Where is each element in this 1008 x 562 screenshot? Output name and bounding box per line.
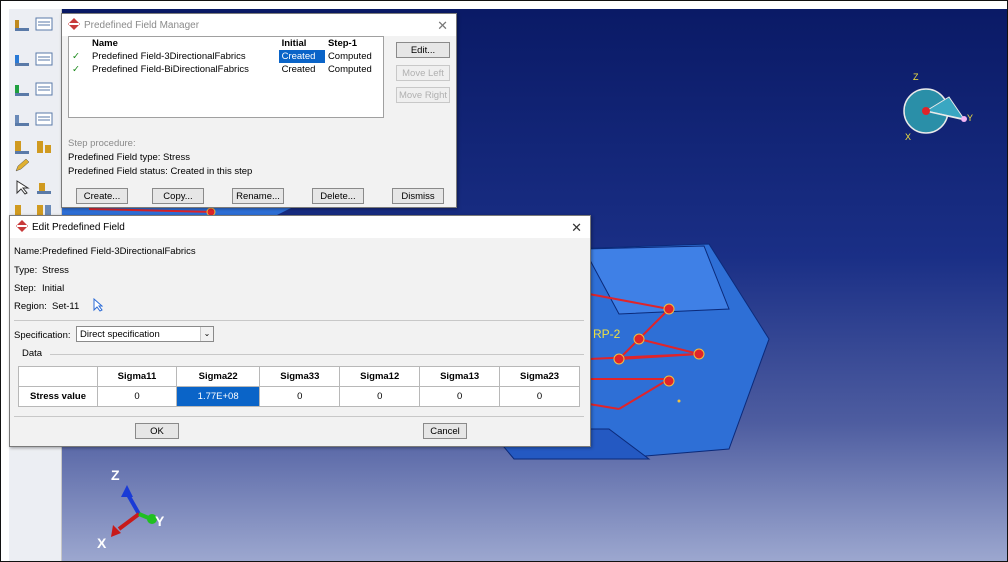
sigma23-header: Sigma23 [499,366,580,387]
sigma13-header: Sigma13 [419,366,501,387]
sigma11-header: Sigma11 [97,366,177,387]
predefined-field-table: Name Initial Step-1 ✓ Predefined Field-3… [68,36,384,118]
small-triad-z-label: Z [913,72,919,82]
sigma22-cell[interactable]: 1.77E+08 [175,386,261,407]
load-manager-icon[interactable] [35,16,53,32]
create-interaction-icon[interactable] [13,111,31,127]
type-value: Stress [42,265,69,276]
name-label: Name: [14,246,42,257]
table-header-row: Sigma11 Sigma22 Sigma33 Sigma12 Sigma13 … [18,366,580,387]
abaqus-logo-icon [68,17,80,33]
region-label: Region: [14,301,47,312]
data-group-label: Data [22,348,43,359]
triad-x-label: X [97,535,107,551]
step-procedure-label: Step procedure: [68,138,136,149]
edit-pencil-icon[interactable] [13,157,31,173]
field-name-cell[interactable]: Predefined Field-BiDirectionalFabrics [89,63,279,76]
create-predefined-field-icon[interactable] [13,81,31,97]
app-frame: RP-2 Z Y X Z Y X Predefined Field Manage… [0,0,1008,562]
specification-select[interactable]: Direct specification ⌄ [76,326,214,342]
small-triad-x-label: X [905,132,912,142]
sigma33-header: Sigma33 [259,366,341,387]
sigma22-header: Sigma22 [175,366,261,387]
reference-point-label: RP-2 [593,327,621,341]
table-row[interactable]: ✓ Predefined Field-3DirectionalFabrics C… [69,50,383,63]
move-right-button[interactable]: Move Right [396,87,450,103]
editor-title: Edit Predefined Field [32,221,125,233]
initial-cell[interactable]: Created [279,63,325,76]
datum-icon[interactable] [35,179,53,195]
region-value: Set-11 [52,301,80,312]
edit-predefined-field-dialog: Edit Predefined Field ✕ Name: Predefined… [9,215,591,447]
field-name-cell[interactable]: Predefined Field-3DirectionalFabrics [89,50,279,63]
sigma12-cell[interactable]: 0 [339,386,421,407]
specification-value: Direct specification [80,329,160,340]
small-triad-y-label: Y [967,113,974,123]
field-type-label: Predefined Field type: Stress [68,152,190,163]
column-header-initial[interactable]: Initial [279,37,325,50]
ok-button[interactable]: OK [135,423,179,439]
dismiss-button[interactable]: Dismiss [392,188,444,204]
step1-cell[interactable]: Computed [325,50,383,63]
sigma12-header: Sigma12 [339,366,421,387]
coupling-icon[interactable] [35,139,53,155]
create-load-icon[interactable] [13,16,31,32]
group-border [50,354,584,355]
initial-cell[interactable]: Created [278,50,325,63]
table-row[interactable]: ✓ Predefined Field-BiDirectionalFabrics … [69,63,383,76]
close-icon[interactable]: ✕ [437,18,448,34]
column-header-step1[interactable]: Step-1 [325,37,383,50]
step1-cell[interactable]: Computed [325,63,383,76]
column-header-name[interactable]: Name [89,37,279,50]
stress-data-table: Sigma11 Sigma22 Sigma33 Sigma12 Sigma13 … [18,366,580,407]
sigma33-cell[interactable]: 0 [259,386,341,407]
step-value: Initial [42,283,65,294]
predefined-field-manager-dialog: Predefined Field Manager ✕ Name Initial … [61,13,457,208]
specification-label: Specification: [14,330,71,341]
move-left-button[interactable]: Move Left [396,65,450,81]
sigma11-cell[interactable]: 0 [97,386,177,407]
divider [14,416,584,417]
divider [14,320,584,321]
create-button[interactable]: Create... [76,188,128,204]
edit-button[interactable]: Edit... [396,42,450,58]
step-label: Step: [14,283,37,294]
name-value: Predefined Field-3DirectionalFabrics [42,246,196,257]
table-row: Stress value 0 1.77E+08 0 0 0 0 [18,386,580,407]
triad-z-label: Z [111,467,120,483]
copy-button[interactable]: Copy... [152,188,204,204]
field-status-label: Predefined Field status: Created in this… [68,166,253,177]
manager-title: Predefined Field Manager [84,19,200,31]
select-query-icon[interactable] [13,179,31,195]
chevron-down-icon[interactable]: ⌄ [200,327,213,341]
type-label: Type: [14,265,38,276]
rename-button[interactable]: Rename... [232,188,284,204]
abaqus-logo-icon [16,219,28,235]
interaction-manager-icon[interactable] [35,111,53,127]
check-icon: ✓ [72,51,80,62]
triad-y-label: Y [155,513,165,529]
editor-titlebar: Edit Predefined Field ✕ [10,216,590,238]
manager-titlebar: Predefined Field Manager ✕ [62,14,456,36]
check-icon: ✓ [72,64,80,75]
constraint-icon[interactable] [13,139,31,155]
sigma23-cell[interactable]: 0 [499,386,580,407]
cancel-button[interactable]: Cancel [423,423,467,439]
delete-button[interactable]: Delete... [312,188,364,204]
sigma13-cell[interactable]: 0 [419,386,501,407]
close-icon[interactable]: ✕ [571,220,582,236]
create-bc-icon[interactable] [13,51,31,67]
select-region-arrow-icon[interactable] [93,297,104,315]
corner-header [18,366,98,387]
predefined-field-manager-icon[interactable] [35,81,53,97]
bc-manager-icon[interactable] [35,51,53,67]
stress-value-label: Stress value [18,386,98,407]
